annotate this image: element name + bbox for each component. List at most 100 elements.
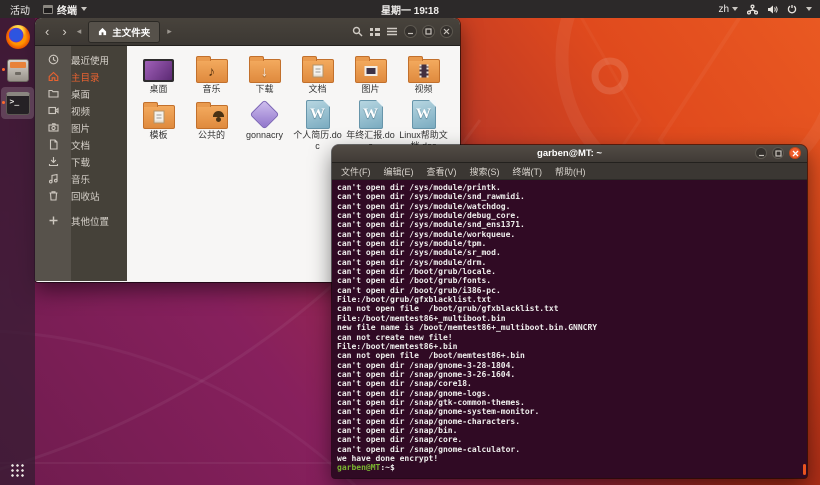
view-grid-icon[interactable] — [370, 27, 380, 37]
terminal-menu-help[interactable]: 帮助(H) — [555, 165, 586, 178]
folder-icon — [142, 101, 175, 129]
close-button[interactable] — [440, 25, 453, 38]
file-item-templates[interactable]: 模板 — [132, 99, 185, 151]
file-item-resume-doc[interactable]: W 个人简历.doc — [291, 99, 344, 151]
word-document-icon: W — [358, 100, 383, 130]
terminal-menu-edit[interactable]: 编辑(E) — [384, 165, 414, 178]
sidebar-item-other-locations[interactable]: 其他位置 — [35, 212, 127, 229]
maximize-button[interactable] — [422, 25, 435, 38]
minimize-button[interactable] — [404, 25, 417, 38]
sidebar-item-pictures[interactable]: 图片 — [35, 119, 127, 136]
running-indicator-dot — [2, 68, 5, 71]
pictures-icon — [35, 122, 71, 133]
other-locations-icon — [35, 215, 71, 226]
terminal-output-line: can't open dir /sys/module/watchdog. — [337, 201, 511, 211]
terminal-menu-terminal[interactable]: 终端(T) — [513, 165, 543, 178]
firefox-icon — [5, 25, 30, 49]
pathbar-scroll-right-icon[interactable]: ▸ — [167, 26, 172, 37]
power-icon[interactable] — [787, 4, 797, 14]
chevron-down-icon — [806, 7, 812, 11]
terminal-scrollbar[interactable] — [803, 464, 806, 475]
file-item-downloads[interactable]: ↓ 下载 — [238, 53, 291, 94]
fm-sidebar: 最近使用主目录 桌面视频图片文档 下载音乐回收站其他位置 — [35, 46, 127, 281]
minimize-button[interactable] — [755, 147, 767, 159]
maximize-button[interactable] — [772, 147, 784, 159]
terminal-output-line: can't open dir /sys/module/snd_rawmidi. — [337, 192, 525, 202]
top-bar: 活动 终端 星期一 19∶18 zh — [0, 0, 820, 18]
sidebar-item-downloads[interactable]: 下载 — [35, 153, 127, 170]
terminal-output-line: File:/boot/memtest86+_multiboot.bin — [337, 313, 506, 323]
terminal-menu-search[interactable]: 搜索(S) — [470, 165, 500, 178]
file-item-documents[interactable]: 文档 — [291, 53, 344, 94]
sidebar-item-home[interactable]: 主目录 — [35, 68, 127, 85]
package-diamond-icon — [249, 99, 280, 130]
dock-item-firefox[interactable] — [1, 21, 34, 53]
terminal-screen[interactable]: can't open dir /sys/module/printk. can't … — [332, 180, 807, 477]
file-manager-headerbar: ‹ › ◂ 主文件夹 ▸ — [35, 18, 460, 46]
terminal-output-line: can't open dir /snap/core18. — [337, 379, 472, 389]
close-button[interactable] — [789, 147, 801, 159]
home-icon — [35, 71, 71, 82]
files-icon — [6, 58, 29, 82]
dock-item-files[interactable] — [1, 54, 34, 86]
sidebar-item-trash[interactable]: 回收站 — [35, 187, 127, 204]
terminal-titlebar[interactable]: garben@MT: ~ — [332, 145, 807, 163]
file-item-pictures[interactable]: 图片 — [344, 53, 397, 94]
sidebar-item-desktop[interactable]: 桌面 — [35, 85, 127, 102]
sidebar-item-label: 图片 — [71, 123, 91, 135]
terminal-menu-file[interactable]: 文件(F) — [341, 165, 371, 178]
dock — [0, 18, 35, 485]
file-item-label: 模板 — [149, 130, 168, 141]
input-method-label: zh — [718, 3, 729, 15]
show-applications-button[interactable] — [11, 464, 24, 477]
documents-icon — [35, 139, 71, 150]
folder-icon — [354, 55, 387, 83]
terminal-output-line: can't open dir /snap/gtk-common-themes. — [337, 397, 525, 407]
pathbar-scroll-left-icon[interactable]: ◂ — [77, 26, 82, 37]
terminal-output-line: can't open dir /sys/module/workqueue. — [337, 229, 516, 239]
sidebar-item-music[interactable]: 音乐 — [35, 170, 127, 187]
file-item-desktop[interactable]: 桌面 — [132, 53, 185, 94]
prompt-suffix: :~$ — [380, 463, 395, 473]
file-item-label: 音乐 — [202, 84, 221, 94]
terminal-output-line: can't open dir /snap/gnome-calculator. — [337, 444, 521, 454]
folder-icon — [301, 55, 334, 83]
file-item-music[interactable]: ♪ 音乐 — [185, 53, 238, 94]
file-item-report-doc[interactable]: W年终汇报.doc — [344, 99, 397, 151]
terminal-menu-view[interactable]: 查看(V) — [427, 165, 457, 178]
breadcrumb[interactable]: 主文件夹 — [88, 20, 161, 43]
sidebar-item-recent[interactable]: 最近使用 — [35, 51, 127, 68]
folder-icon: ↓ — [248, 55, 281, 83]
folder-icon — [195, 101, 228, 129]
volume-icon[interactable] — [767, 4, 778, 15]
search-icon[interactable] — [352, 26, 363, 37]
app-menu[interactable]: 终端 — [43, 2, 87, 17]
sidebar-item-label: 主目录 — [71, 72, 100, 84]
network-icon[interactable] — [747, 3, 758, 15]
recent-icon — [35, 54, 71, 65]
input-method-indicator[interactable]: zh — [718, 4, 738, 15]
desktop-folder-icon — [35, 88, 71, 99]
sidebar-item-documents[interactable]: 文档 — [35, 136, 127, 153]
activities-button[interactable]: 活动 — [10, 2, 30, 17]
dock-item-terminal[interactable] — [1, 87, 34, 119]
sidebar-item-label: 视频 — [71, 106, 91, 118]
terminal-menubar: 文件(F) 编辑(E) 查看(V) 搜索(S) 终端(T) 帮助(H) — [332, 163, 807, 180]
sidebar-item-label: 文档 — [71, 140, 91, 152]
file-item-public[interactable]: 公共的 — [185, 99, 238, 151]
terminal-output-line: File:/boot/memtest86+.bin — [337, 341, 458, 351]
forward-button[interactable]: › — [59, 25, 69, 38]
file-item-gonnacry[interactable]: gonnacry — [238, 99, 291, 151]
back-button[interactable]: ‹ — [42, 25, 52, 38]
file-item-linux-help-doc[interactable]: WLinux帮助文档.doc — [397, 99, 450, 151]
file-item-videos[interactable]: 视频 — [397, 53, 450, 94]
clock[interactable]: 星期一 19∶18 — [381, 2, 439, 17]
hamburger-menu-icon[interactable] — [387, 27, 397, 36]
chevron-down-icon — [732, 7, 738, 11]
app-menu-label: 终端 — [57, 5, 77, 17]
sidebar-item-videos[interactable]: 视频 — [35, 102, 127, 119]
terminal-output-line: can't open dir /snap/gnome-3-26-1604. — [337, 369, 516, 379]
sidebar-item-label: 回收站 — [71, 191, 100, 203]
downloads-icon — [35, 156, 71, 167]
sidebar-item-label: 音乐 — [71, 174, 91, 186]
